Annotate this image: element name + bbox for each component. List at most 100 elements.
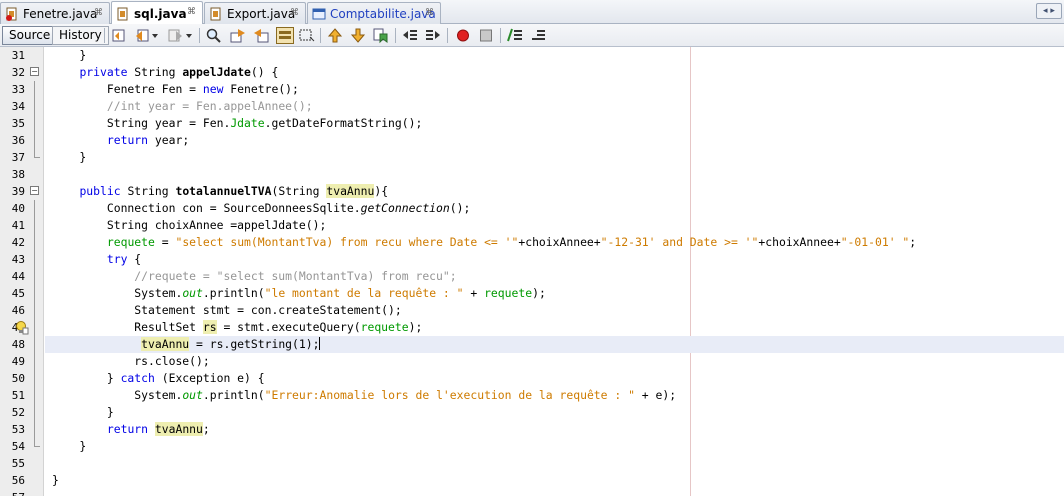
toggle-highlight-icon[interactable] [276,27,294,44]
code-text[interactable]: System.out.println("le montant de la req… [52,285,546,302]
code-text[interactable]: ResultSet rs = stmt.executeQuery(requete… [52,319,422,336]
shift-right-icon[interactable] [424,27,442,44]
code-line[interactable]: 55 [0,455,1064,472]
code-token: System. [52,286,183,300]
code-token: .println( [202,388,265,402]
close-icon[interactable]: ⌘ [425,8,434,18]
hint-lightbulb-icon[interactable] [14,320,29,335]
close-icon[interactable]: ⌘ [187,7,196,17]
code-text[interactable]: } [52,438,86,455]
line-number: 32 [11,66,25,79]
code-line[interactable]: 36 return year; [0,132,1064,149]
code-line[interactable]: 56} [0,472,1064,489]
code-text[interactable]: return tvaAnnu; [52,421,210,438]
close-icon[interactable]: ⌘ [94,8,103,18]
code-text[interactable]: rs.close(); [52,353,209,370]
comment-icon[interactable] [506,27,524,44]
shift-left-icon[interactable] [401,27,419,44]
code-token: tvaAnnu [141,337,190,351]
fold-collapse-icon[interactable]: − [30,186,39,195]
code-text[interactable]: Fenetre Fen = new Fenetre(); [52,81,299,98]
code-line[interactable]: 38 [0,166,1064,183]
source-button[interactable]: Source [2,26,58,45]
history-button[interactable]: History [52,26,109,45]
code-token: year; [148,133,190,147]
code-token: private [79,65,128,79]
code-line[interactable]: 42 requete = "select sum(MontantTva) fro… [0,234,1064,251]
code-line[interactable]: 54 } [0,438,1064,455]
code-line[interactable]: 43 try { [0,251,1064,268]
stop-macro-icon[interactable] [477,27,495,44]
code-line[interactable]: 31 } [0,47,1064,64]
code-token: tvaAnnu [154,422,203,436]
code-line[interactable]: 48 tvaAnnu = rs.getString(1); [0,336,1064,353]
tab-export-java[interactable]: Export.java ⌘ [204,2,306,24]
find-next-icon[interactable] [252,27,270,44]
next-bookmark-icon[interactable] [349,27,367,44]
code-text[interactable]: System.out.println("Erreur:Anomalie lors… [52,387,676,404]
fold-end-marker [34,149,40,158]
code-line[interactable]: 41 String choixAnnee =appelJdate(); [0,217,1064,234]
close-icon[interactable]: ⌘ [290,8,299,18]
code-line[interactable]: 47 ResultSet rs = stmt.executeQuery(requ… [0,319,1064,336]
code-text[interactable]: String year = Fen.Jdate.getDateFormatStr… [52,115,422,132]
code-text[interactable]: public String totalannuelTVA(String tvaA… [52,183,388,200]
code-line[interactable]: 32− private String appelJdate() { [0,64,1064,81]
previous-bookmark-icon[interactable] [326,27,344,44]
tab-fenetre-java[interactable]: Fenetre.java ⌘ [0,2,110,24]
code-text[interactable]: Connection con = SourceDonneesSqlite.get… [52,200,470,217]
code-token: ; [909,235,917,249]
find-previous-icon[interactable] [229,27,247,44]
code-line[interactable]: 37 } [0,149,1064,166]
fold-collapse-icon[interactable]: − [30,67,39,76]
code-text[interactable]: } [52,149,86,166]
code-token: "le montant de la requête : " [264,286,464,300]
code-text[interactable]: String choixAnnee =appelJdate(); [52,217,326,234]
code-text[interactable]: } [52,47,86,64]
code-line[interactable]: 51 System.out.println("Erreur:Anomalie l… [0,387,1064,404]
tab-scroll-buttons[interactable]: ◂ ▸ [1036,3,1062,19]
code-text[interactable]: private String appelJdate() { [52,64,278,81]
code-text[interactable]: requete = "select sum(MontantTva) from r… [52,234,916,251]
start-macro-icon[interactable] [454,27,472,44]
code-text[interactable]: } catch (Exception e) { [52,370,265,387]
code-line[interactable]: 52 } [0,404,1064,421]
find-icon[interactable] [205,27,223,44]
chevron-down-icon[interactable] [150,27,160,44]
toggle-rectangular-icon[interactable] [298,27,316,44]
code-line[interactable]: 49 rs.close(); [0,353,1064,370]
tab-sql-java[interactable]: sql.java ⌘ [111,1,203,25]
code-line[interactable]: 46 Statement stmt = con.createStatement(… [0,302,1064,319]
fold-guide [34,370,35,387]
code-line[interactable]: 50 } catch (Exception e) { [0,370,1064,387]
tab-label: Comptabilite.java [330,6,436,21]
code-line[interactable]: 45 System.out.println("le montant de la … [0,285,1064,302]
line-number: 54 [11,440,25,453]
code-line[interactable]: 44 //requete = "select sum(MontantTva) f… [0,268,1064,285]
code-text[interactable]: //requete = "select sum(MontantTva) from… [52,268,456,285]
code-line[interactable]: 39− public String totalannuelTVA(String … [0,183,1064,200]
code-line[interactable]: 53 return tvaAnnu; [0,421,1064,438]
code-text[interactable]: try { [52,251,141,268]
code-text[interactable]: tvaAnnu = rs.getString(1); [52,336,321,353]
code-text[interactable]: return year; [52,132,189,149]
code-text[interactable]: Statement stmt = con.createStatement(); [52,302,401,319]
code-line[interactable]: 35 String year = Fen.Jdate.getDateFormat… [0,115,1064,132]
fold-guide [34,132,35,149]
code-line[interactable]: 40 Connection con = SourceDonneesSqlite.… [0,200,1064,217]
code-line[interactable]: 34 //int year = Fen.appelAnnee(); [0,98,1064,115]
tab-comptabilite-java[interactable]: Comptabilite.java ⌘ [307,2,441,24]
code-text[interactable]: //int year = Fen.appelAnnee(); [52,98,313,115]
toggle-bookmark-icon[interactable] [372,27,390,44]
last-edit-icon[interactable] [110,27,128,44]
chevron-down-icon[interactable] [184,27,194,44]
code-text[interactable]: } [52,404,114,421]
forward-icon[interactable] [166,27,184,44]
code-text[interactable]: } [52,472,59,489]
uncomment-icon[interactable] [529,27,547,44]
fold-guide [34,200,35,217]
code-line[interactable]: 57 [0,489,1064,496]
line-number: 44 [11,270,25,283]
code-line[interactable]: 33 Fenetre Fen = new Fenetre(); [0,81,1064,98]
